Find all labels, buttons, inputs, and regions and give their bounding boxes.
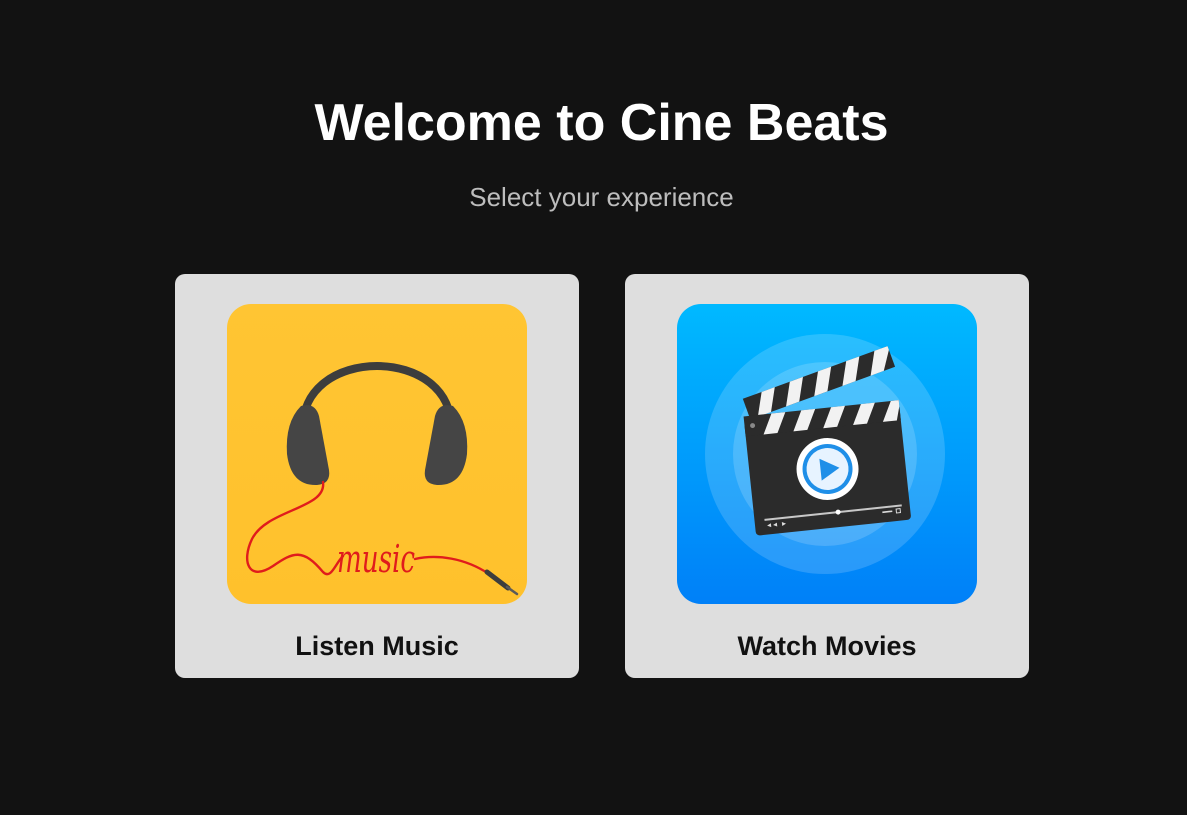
svg-text:music: music xyxy=(337,537,415,581)
page-title: Welcome to Cine Beats xyxy=(314,94,889,152)
watch-movies-card[interactable]: Watch Movies xyxy=(625,274,1029,678)
listen-music-label: Listen Music xyxy=(295,631,459,661)
clapperboard-play-icon xyxy=(677,304,977,604)
page: Welcome to Cine Beats Select your experi… xyxy=(0,0,1187,815)
headphones-music-icon: music xyxy=(227,304,527,604)
page-subtitle: Select your experience xyxy=(469,182,734,212)
listen-music-card[interactable]: music Listen Music xyxy=(175,274,579,678)
watch-movies-label: Watch Movies xyxy=(737,631,917,661)
